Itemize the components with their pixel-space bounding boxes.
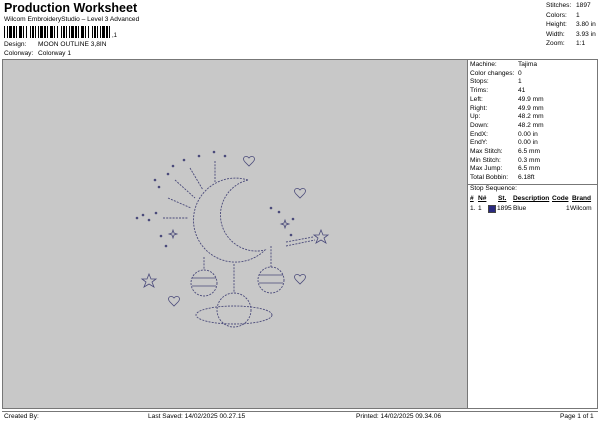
stat-value: 3.80 in xyxy=(576,21,596,28)
col-code: Code xyxy=(552,195,569,202)
software-subtitle: Wilcom EmbroideryStudio – Level 3 Advanc… xyxy=(4,16,140,23)
row-description: Blue xyxy=(513,205,527,212)
colorway-value: Colorway 1 xyxy=(38,50,71,57)
stat-value: 1:1 xyxy=(576,40,586,47)
machine-info-label: Stops: xyxy=(470,78,489,86)
machine-info-value: Tajima xyxy=(518,61,538,68)
worksheet-title: Production Worksheet xyxy=(4,1,138,15)
machine-info-value: 48.2 mm xyxy=(518,113,544,121)
stop-sequence-title: Stop Sequence: xyxy=(470,185,517,192)
stop-sequence-row: 1. 1 1895 Blue 1 Wilcom xyxy=(470,205,596,213)
machine-info-label: Machine: xyxy=(470,61,497,68)
machine-info-value: 0.3 mm xyxy=(518,156,540,164)
machine-info-panel: Machine: Tajima Color changes: 0 Stops: 1 Trim… xyxy=(468,59,598,409)
page-number: Page 1 of 1 xyxy=(560,413,594,420)
design-label: Design: xyxy=(4,41,27,48)
machine-info-value: 0.00 in xyxy=(518,130,538,138)
machine-info-label: Max Stitch: xyxy=(470,148,503,155)
stat-value: 1 xyxy=(576,11,580,19)
machine-info-value: 6.5 mm xyxy=(518,148,540,155)
stat-label: Colors: xyxy=(546,11,567,19)
barcode xyxy=(4,26,110,38)
row-brand: Wilcom xyxy=(570,205,592,212)
col-description: Description xyxy=(513,195,550,202)
footer-divider xyxy=(2,411,598,412)
printed-date: Printed: 14/02/2025 09.34.06 xyxy=(356,413,442,420)
col-num: # xyxy=(470,195,474,202)
col-stitches: St. xyxy=(498,195,507,202)
last-saved: Last Saved: 14/02/2025 00.27.15 xyxy=(148,413,246,420)
created-by: Created By: xyxy=(4,413,39,420)
machine-info-label: Max Jump: xyxy=(470,165,503,173)
stat-label: Height: xyxy=(546,21,567,28)
moon-planets-embroidery xyxy=(135,150,330,328)
machine-info-value: 41 xyxy=(518,87,526,95)
machine-info-label: Up: xyxy=(470,113,481,121)
thread-color-swatch xyxy=(488,205,496,213)
machine-info-label: EndY: xyxy=(470,139,488,147)
machine-info-label: Min Stitch: xyxy=(470,156,501,164)
machine-info-label: Right: xyxy=(470,104,488,112)
stat-value: 3.93 in xyxy=(576,30,596,38)
design-value: MOON OUTLINE 3,8IN xyxy=(38,41,107,48)
machine-info-value: 48.2 mm xyxy=(518,121,544,129)
stat-value: 1897 xyxy=(576,2,591,9)
stat-label: Width: xyxy=(546,30,565,38)
machine-info-value: 6.18ft xyxy=(518,174,535,182)
stat-label: Zoom: xyxy=(546,40,565,47)
machine-info-value: 49.9 mm xyxy=(518,95,544,103)
machine-info-value: 6.5 mm xyxy=(518,165,540,173)
machine-info-value: 0 xyxy=(518,69,522,77)
barcode-suffix: ,1 xyxy=(112,33,118,39)
machine-info-label: Down: xyxy=(470,121,489,129)
machine-info-value: 0.00 in xyxy=(518,139,538,147)
stat-label: Stitches: xyxy=(546,2,572,9)
machine-info-label: Trims: xyxy=(470,87,489,95)
row-num: 1. xyxy=(470,205,476,212)
machine-info-label: Left: xyxy=(470,95,483,103)
machine-info-label: Color changes: xyxy=(470,69,515,77)
row-needle: 1 xyxy=(478,205,482,212)
machine-info-value: 1 xyxy=(518,78,522,86)
col-brand: Brand xyxy=(572,195,592,202)
colorway-label: Colorway: xyxy=(4,50,34,57)
col-needle: N# xyxy=(478,195,487,202)
row-stitches: 1895 xyxy=(497,205,512,212)
design-preview xyxy=(2,59,468,409)
machine-info-label: EndX: xyxy=(470,130,488,138)
stop-sequence-header: # N# St. Description Code Brand xyxy=(470,195,596,203)
machine-info-label: Total Bobbin: xyxy=(470,174,509,182)
machine-info-value: 49.9 mm xyxy=(518,104,544,112)
footer: Created By: Last Saved: 14/02/2025 00.27… xyxy=(4,413,598,423)
